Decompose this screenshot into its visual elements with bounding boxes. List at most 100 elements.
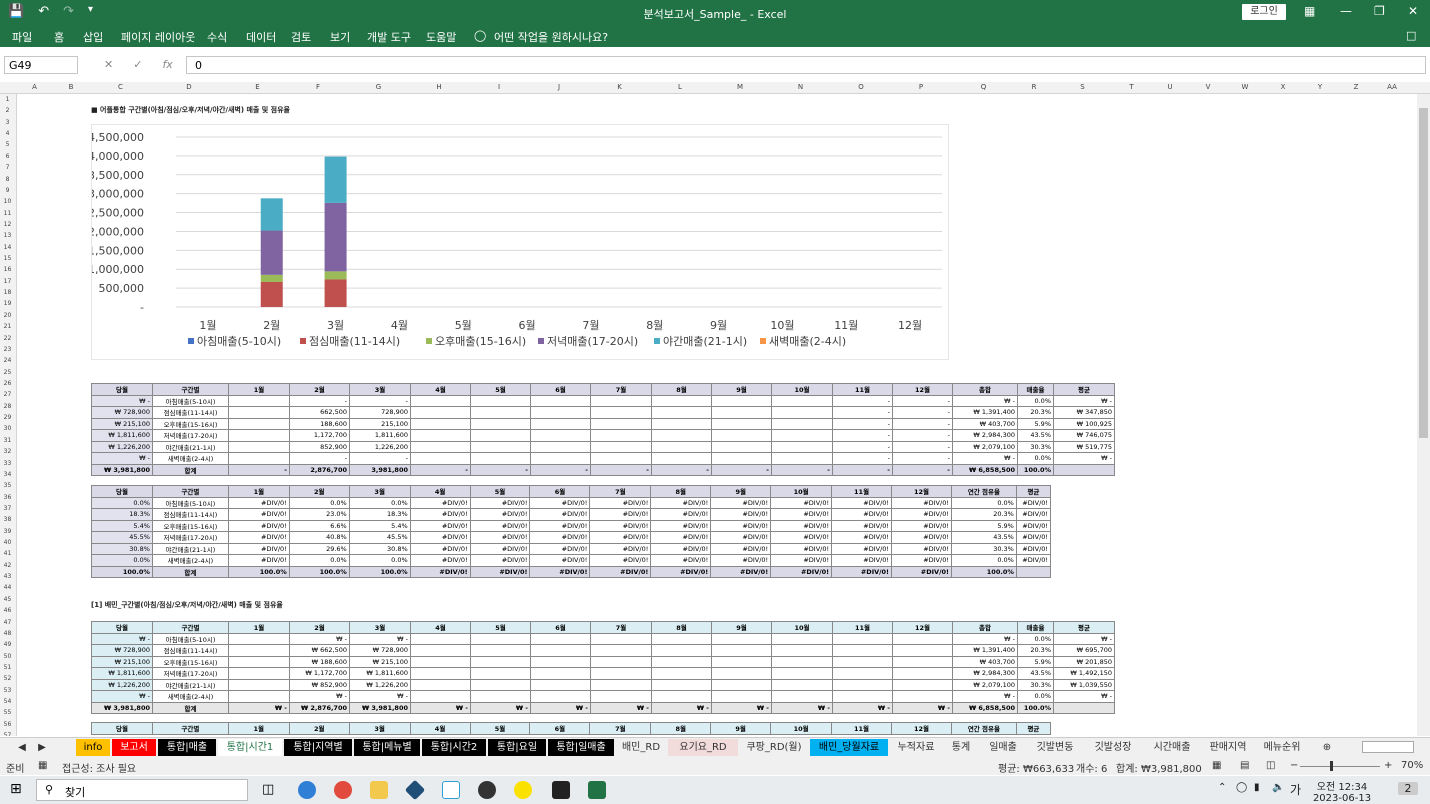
table-cell[interactable]: 0.0% — [950, 496, 1017, 509]
table-cell[interactable] — [771, 417, 833, 430]
bar-segment[interactable] — [324, 271, 347, 280]
table-cell[interactable]: #DIV/0! — [831, 542, 893, 555]
header-cell[interactable]: 9월 — [710, 485, 772, 498]
table-cell[interactable] — [590, 406, 652, 419]
column-header[interactable]: R — [1016, 83, 1052, 91]
table-cell[interactable]: ₩ - — [1053, 632, 1115, 645]
table-cell[interactable]: 0.0% — [950, 554, 1017, 567]
header-cell[interactable]: 9월 — [711, 383, 772, 396]
taskbar-search[interactable]: ⚲ 찾기 — [36, 779, 248, 801]
table-cell[interactable]: 6.6% — [288, 519, 350, 532]
total-cell[interactable]: #DIV/0! — [770, 565, 833, 578]
header-cell[interactable]: 매출율 — [1017, 621, 1054, 634]
table-cell[interactable] — [832, 678, 893, 691]
app-cube-icon[interactable] — [404, 779, 426, 801]
total-cell[interactable]: 합계 — [151, 565, 229, 578]
header-cell[interactable]: 6월 — [530, 383, 591, 396]
table-cell[interactable]: #DIV/0! — [227, 519, 290, 532]
total-cell[interactable]: ₩ - — [711, 701, 772, 714]
total-cell[interactable]: ₩ 3,981,800 — [91, 463, 153, 476]
header-cell[interactable]: 11월 — [831, 485, 893, 498]
column-header[interactable]: W — [1226, 83, 1264, 91]
row-header[interactable]: 18 — [0, 289, 15, 296]
table-cell[interactable]: ₩ 1,492,150 — [1053, 667, 1115, 680]
table-cell[interactable]: #DIV/0! — [409, 508, 471, 521]
row-header[interactable]: 6 — [0, 153, 15, 160]
row-header[interactable]: 46 — [0, 607, 15, 614]
row-header[interactable]: 12 — [0, 221, 15, 228]
chrome-icon[interactable] — [334, 781, 352, 799]
table-cell[interactable]: 점심매출(11-14시) — [152, 406, 229, 419]
header-cell[interactable]: 5월 — [470, 383, 531, 396]
table-cell[interactable] — [530, 678, 591, 691]
table-cell[interactable]: - — [892, 394, 953, 407]
table-cell[interactable] — [590, 632, 652, 645]
table-cell[interactable] — [651, 429, 712, 442]
column-header[interactable]: N — [770, 83, 831, 91]
sheet-tab[interactable]: 깃발변동 — [1028, 739, 1082, 756]
table-cell[interactable]: - — [892, 417, 953, 430]
table-cell[interactable]: ₩ - — [91, 632, 153, 645]
table-cell[interactable] — [590, 690, 652, 703]
table-cell[interactable]: ₩ 215,100 — [91, 417, 153, 430]
sheet-tab[interactable]: 일매출 — [980, 739, 1026, 756]
table-cell[interactable]: ₩ - — [349, 632, 411, 645]
bar-segment[interactable] — [260, 274, 283, 282]
bar-segment[interactable] — [324, 279, 347, 307]
row-header[interactable]: 8 — [0, 176, 15, 183]
table-cell[interactable]: #DIV/0! — [770, 496, 833, 509]
table-cell[interactable]: ₩ 1,039,550 — [1053, 678, 1115, 691]
table-cell[interactable]: 아침매출(5-10시) — [151, 496, 229, 509]
table-cell[interactable] — [590, 394, 652, 407]
table-cell[interactable]: ₩ 215,100 — [91, 655, 153, 668]
total-cell[interactable]: ₩ - — [771, 701, 833, 714]
total-cell[interactable]: #DIV/0! — [891, 565, 952, 578]
table-cell[interactable] — [530, 667, 591, 680]
table-cell[interactable]: ₩ - — [91, 394, 153, 407]
header-cell[interactable]: 매출율 — [1017, 383, 1054, 396]
row-header[interactable]: 50 — [0, 653, 15, 660]
header-cell[interactable]: 5월 — [469, 722, 531, 735]
table-cell[interactable]: #DIV/0! — [770, 554, 833, 567]
table-cell[interactable]: 0.0% — [288, 496, 350, 509]
total-cell[interactable]: - — [892, 463, 953, 476]
row-header[interactable]: 36 — [0, 494, 15, 501]
table-cell[interactable] — [651, 690, 712, 703]
header-cell[interactable]: 연간 점유율 — [950, 485, 1017, 498]
sheet-tab[interactable]: 통계 — [944, 739, 978, 756]
table-cell[interactable]: #DIV/0! — [770, 531, 833, 544]
table-cell[interactable] — [228, 655, 290, 668]
table-cell[interactable] — [410, 655, 471, 668]
table-cell[interactable] — [711, 690, 772, 703]
header-cell[interactable]: 9월 — [711, 621, 772, 634]
table-cell[interactable]: ₩ 728,900 — [91, 406, 153, 419]
total-cell[interactable]: ₩ - — [832, 701, 893, 714]
bar-segment[interactable] — [324, 156, 347, 203]
total-cell[interactable]: 100.0% — [227, 565, 290, 578]
table-cell[interactable]: 18.3% — [91, 508, 153, 521]
tray-network-icon[interactable]: ◯ — [1236, 782, 1247, 793]
tray-battery-icon[interactable]: ▮ — [1254, 782, 1260, 793]
table-cell[interactable]: #DIV/0! — [589, 531, 652, 544]
table-cell[interactable]: 23.0% — [288, 508, 350, 521]
column-header[interactable]: B — [52, 83, 90, 91]
header-cell[interactable]: 12월 — [892, 621, 953, 634]
total-cell[interactable]: #DIV/0! — [650, 565, 712, 578]
table-cell[interactable]: #DIV/0! — [710, 531, 772, 544]
header-cell[interactable]: 구간별 — [152, 621, 229, 634]
table-cell[interactable]: - — [349, 394, 411, 407]
table-cell[interactable] — [228, 452, 290, 465]
header-cell[interactable]: 구간별 — [151, 485, 229, 498]
row-header[interactable]: 19 — [0, 300, 15, 307]
table-cell[interactable] — [832, 667, 893, 680]
table-cell[interactable]: - — [832, 394, 893, 407]
table-cell[interactable]: ₩ 519,775 — [1053, 440, 1115, 453]
table-cell[interactable]: 29.6% — [288, 542, 350, 555]
total-cell[interactable]: #DIV/0! — [469, 565, 531, 578]
column-header[interactable]: P — [891, 83, 951, 91]
table-cell[interactable]: 오후매출(15-16시) — [152, 417, 229, 430]
table-cell[interactable] — [590, 678, 652, 691]
header-cell[interactable]: 구간별 — [151, 722, 229, 735]
table-cell[interactable]: #DIV/0! — [831, 508, 893, 521]
table-cell[interactable]: - — [832, 440, 893, 453]
